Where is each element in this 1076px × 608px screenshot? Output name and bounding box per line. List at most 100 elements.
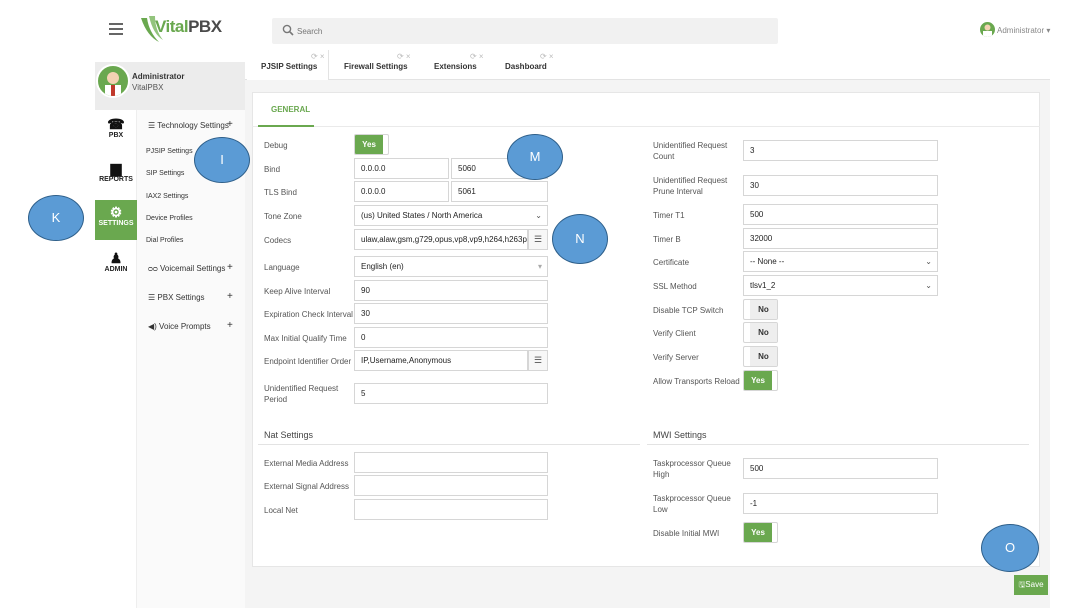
unidentified-period-label-line1: Unidentified Request — [264, 384, 339, 393]
admin-icon: ♟ — [109, 250, 123, 266]
profile-avatar-icon — [96, 64, 130, 98]
debug-toggle-value: Yes — [355, 135, 383, 154]
ssl-method-value: tlsv1_2 — [750, 281, 776, 290]
submenu-voice-prompts-label: Voice Prompts — [159, 322, 211, 331]
timer-b-input[interactable] — [743, 228, 938, 249]
bind-label: Bind — [264, 165, 281, 174]
local-net-label: Local Net — [264, 506, 298, 515]
unidentified-period-label: Unidentified Request Period — [264, 383, 338, 405]
keep-alive-input[interactable] — [354, 280, 548, 301]
verify-server-toggle[interactable]: No — [743, 346, 778, 367]
unidentified-prune-input[interactable] — [743, 175, 938, 196]
unidentified-count-label-line1: Unidentified Request — [653, 141, 728, 150]
debug-toggle[interactable]: Yes — [354, 134, 389, 155]
submenu-pbx-label: PBX Settings — [157, 293, 205, 302]
tab-general[interactable]: GENERAL — [271, 105, 310, 114]
codecs-value: ulaw,alaw,gsm,g729,opus,vp8,vp9,h264,h26… — [361, 235, 528, 244]
unidentified-prune-label-line2: Prune Interval — [653, 187, 703, 196]
user-avatar-icon[interactable] — [980, 22, 995, 37]
verify-client-toggle-value: No — [750, 323, 777, 342]
local-net-input[interactable] — [354, 499, 548, 520]
list-icon[interactable]: ☰ — [528, 229, 548, 250]
disable-initial-mwi-toggle[interactable]: Yes — [743, 522, 778, 543]
certificate-select[interactable]: -- None -- ⌄ — [743, 251, 938, 272]
chevron-down-icon: ⌄ — [925, 257, 932, 266]
callout-o: O — [981, 524, 1039, 572]
submenu-technology-label: Technology Settings — [157, 121, 229, 130]
timer-t1-label: Timer T1 — [653, 211, 685, 220]
expand-voicemail-icon[interactable]: + — [227, 262, 233, 273]
submenu-voicemail-settings[interactable]: ᴑᴑ Voicemail Settings — [148, 264, 225, 273]
allow-transports-toggle[interactable]: Yes — [743, 370, 778, 391]
certificate-label: Certificate — [653, 258, 690, 267]
chevron-down-icon: ⌄ — [925, 281, 932, 290]
search-icon — [282, 24, 294, 36]
endpoint-identifier-value: IP,Username,Anonymous — [361, 356, 452, 365]
list-icon: ☰ — [148, 121, 158, 130]
unidentified-period-input[interactable] — [354, 383, 548, 404]
unidentified-count-input[interactable] — [743, 140, 938, 161]
debug-label: Debug — [264, 141, 288, 150]
callout-m: M — [507, 134, 563, 180]
verify-client-toggle[interactable]: No — [743, 322, 778, 343]
tls-bind-ip-input[interactable] — [354, 181, 449, 202]
bind-ip-input[interactable] — [354, 158, 449, 179]
language-select[interactable]: English (en) ▾ — [354, 256, 548, 277]
tab-reload-close-icon[interactable]: ⟳ × — [470, 52, 484, 61]
submenu-iax2-settings[interactable]: IAX2 Settings — [146, 193, 188, 200]
submenu-pjsip-settings[interactable]: PJSIP Settings — [146, 148, 193, 155]
hamburger-menu-icon[interactable] — [109, 23, 123, 35]
submenu-voice-prompts[interactable]: ◀) Voice Prompts — [148, 322, 211, 331]
certificate-value: -- None -- — [750, 257, 785, 266]
queue-high-label: Taskprocessor Queue High — [653, 458, 731, 480]
section-divider — [647, 444, 1029, 445]
external-signal-label: External Signal Address — [264, 482, 349, 491]
tls-bind-port-input[interactable] — [451, 181, 548, 202]
submenu-pbx-settings[interactable]: ☰ PBX Settings — [148, 293, 205, 302]
unidentified-prune-label-line1: Unidentified Request — [653, 176, 728, 185]
expand-pbx-icon[interactable]: + — [227, 291, 233, 302]
ssl-method-select[interactable]: tlsv1_2 ⌄ — [743, 275, 938, 296]
search-input[interactable] — [297, 22, 767, 40]
gears-icon: ⚙ — [109, 204, 123, 220]
external-signal-input[interactable] — [354, 475, 548, 496]
expand-technology-icon[interactable]: + — [227, 119, 233, 130]
submenu-sip-settings[interactable]: SIP Settings — [146, 170, 184, 177]
codecs-field[interactable]: ulaw,alaw,gsm,g729,opus,vp8,vp9,h264,h26… — [354, 229, 528, 250]
nav-reports[interactable]: ▆ REPORTS — [95, 160, 137, 183]
endpoint-identifier-field[interactable]: IP,Username,Anonymous — [354, 350, 528, 371]
icon-nav-bar — [95, 110, 137, 608]
timer-t1-input[interactable] — [743, 204, 938, 225]
tab-reload-close-icon[interactable]: ⟳ × — [397, 52, 411, 61]
server-icon: ☰ — [148, 293, 158, 302]
expiration-check-input[interactable] — [354, 303, 548, 324]
ssl-method-label: SSL Method — [653, 282, 697, 291]
nat-settings-title: Nat Settings — [264, 430, 314, 440]
tone-zone-select[interactable]: (us) United States / North America ⌄ — [354, 205, 548, 226]
submenu-technology-settings[interactable]: ☰ Technology Settings — [148, 121, 229, 130]
profile-subtitle: VitalPBX — [132, 83, 164, 92]
list-icon[interactable]: ☰ — [528, 350, 548, 371]
nav-pbx-label: PBX — [108, 132, 124, 139]
nav-admin[interactable]: ♟ ADMIN — [95, 250, 137, 273]
queue-high-input[interactable] — [743, 458, 938, 479]
nav-settings[interactable]: ⚙ SETTINGS — [95, 200, 137, 240]
expand-voice-prompts-icon[interactable]: + — [227, 320, 233, 331]
user-menu[interactable]: Administrator ▾ — [997, 26, 1050, 35]
tab-reload-close-icon[interactable]: ⟳ × — [540, 52, 554, 61]
external-media-input[interactable] — [354, 452, 548, 473]
disable-tcp-toggle[interactable]: No — [743, 299, 778, 320]
disable-initial-mwi-toggle-value: Yes — [744, 523, 772, 542]
unidentified-period-label-line2: Period — [264, 395, 288, 404]
queue-low-input[interactable] — [743, 493, 938, 514]
tab-reload-close-icon[interactable]: ⟳ × — [311, 52, 325, 61]
queue-low-label: Taskprocessor Queue Low — [653, 493, 731, 515]
codecs-label: Codecs — [264, 236, 292, 245]
save-button[interactable]: 🖫Save — [1014, 575, 1048, 595]
external-media-label: External Media Address — [264, 459, 349, 468]
submenu-dial-profiles[interactable]: Dial Profiles — [146, 237, 183, 244]
max-initial-qualify-input[interactable] — [354, 327, 548, 348]
nav-pbx[interactable]: ☎ PBX — [95, 116, 137, 139]
logo-text-pbx: PBX — [188, 17, 222, 36]
submenu-device-profiles[interactable]: Device Profiles — [146, 215, 193, 222]
